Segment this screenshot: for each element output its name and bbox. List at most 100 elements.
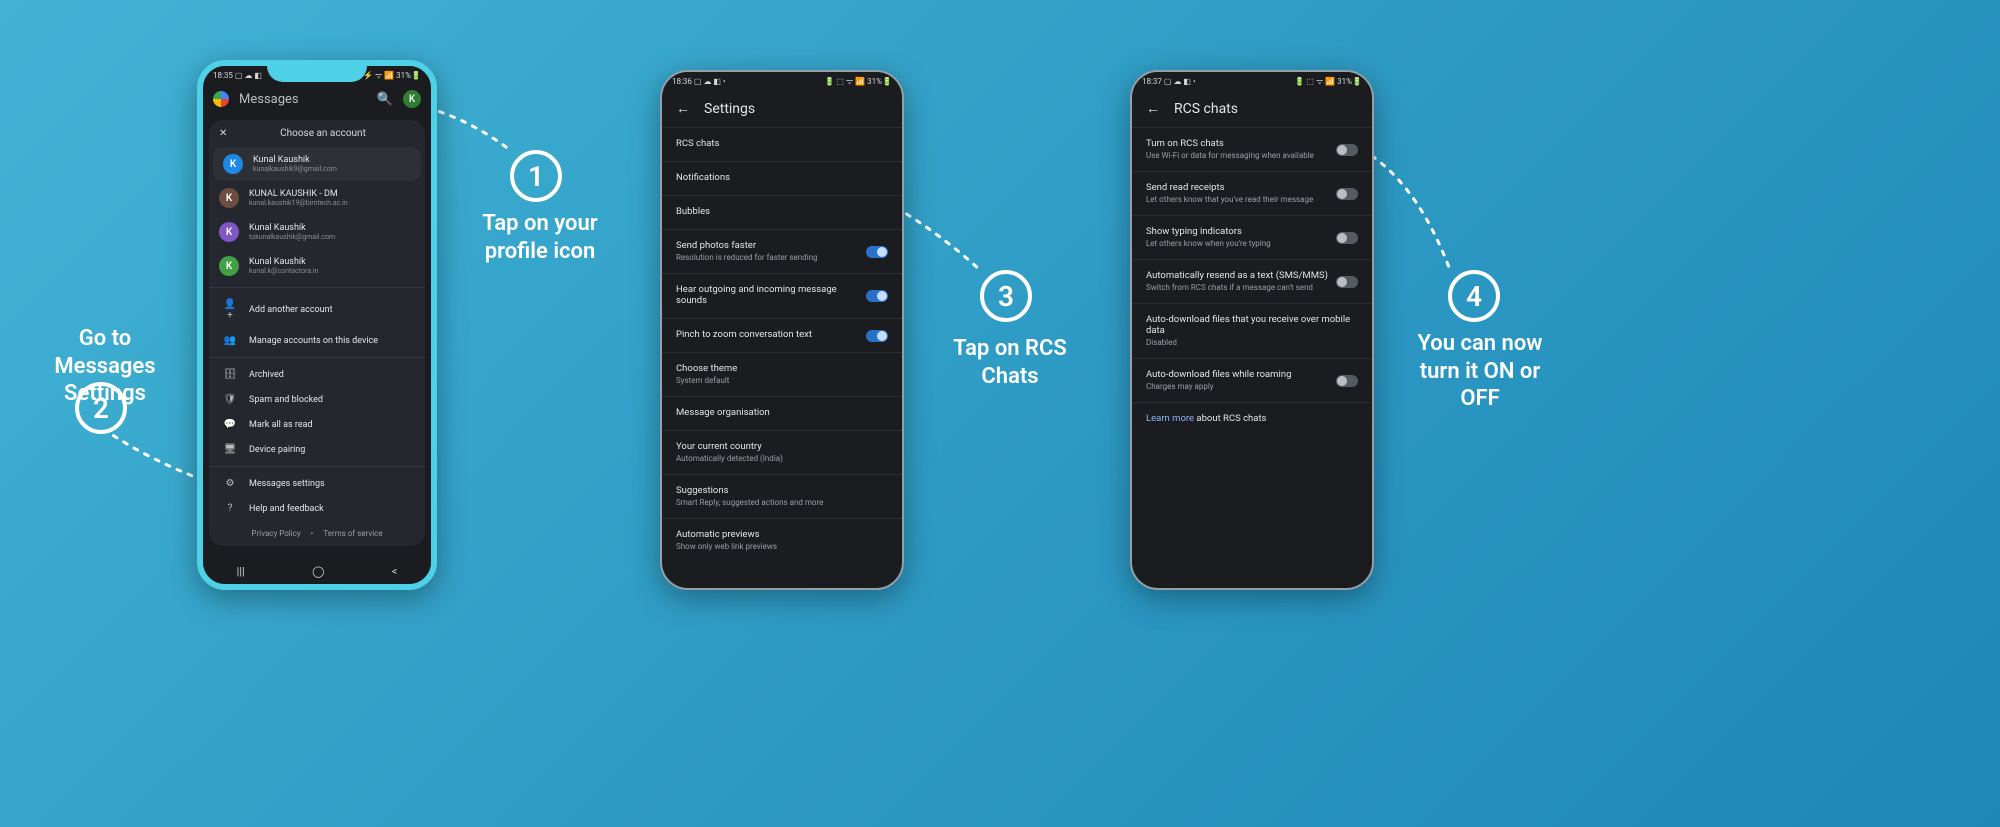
- setting-title: Pinch to zoom conversation text: [676, 329, 866, 340]
- account-name: Kunal Kaushik: [249, 257, 318, 267]
- gear-icon: ⚙: [223, 478, 237, 489]
- setting-row[interactable]: Send read receipts Let others know that …: [1132, 171, 1372, 215]
- search-icon[interactable]: 🔍: [377, 92, 393, 107]
- setting-row[interactable]: Learn more about RCS chats: [1132, 402, 1372, 436]
- setting-row[interactable]: Auto-download files while roaming Charge…: [1132, 358, 1372, 402]
- setting-row[interactable]: Send photos faster Resolution is reduced…: [662, 229, 902, 273]
- setting-row[interactable]: Auto-download files that you receive ove…: [1132, 303, 1372, 358]
- archive-icon: 🗄: [223, 369, 237, 380]
- setting-title: Suggestions: [676, 485, 888, 496]
- toggle-switch[interactable]: [1336, 276, 1358, 288]
- help-feedback-row[interactable]: ? Help and feedback: [209, 496, 425, 521]
- setting-title: Turn on RCS chats: [1146, 138, 1336, 149]
- setting-title: Send read receipts: [1146, 182, 1336, 193]
- add-account-row[interactable]: 👤+ Add another account: [209, 292, 425, 328]
- rcs-title: RCS chats: [1174, 101, 1238, 117]
- app-title: Messages: [239, 92, 299, 107]
- setting-row[interactable]: Pinch to zoom conversation text: [662, 318, 902, 352]
- step-1-circle: 1: [510, 150, 562, 202]
- back-icon[interactable]: ←: [676, 100, 690, 117]
- account-avatar: K: [223, 154, 243, 174]
- archived-row[interactable]: 🗄 Archived: [209, 362, 425, 387]
- setting-row[interactable]: Suggestions Smart Reply, suggested actio…: [662, 474, 902, 518]
- setting-title: Send photos faster: [676, 240, 866, 251]
- profile-avatar[interactable]: K: [403, 90, 421, 108]
- setting-title: Choose theme: [676, 363, 888, 374]
- setting-title: Automatically resend as a text (SMS/MMS): [1146, 270, 1336, 281]
- setting-title: Message organisation: [676, 407, 888, 418]
- settings-header: ← Settings: [662, 90, 902, 127]
- mark-all-read-row[interactable]: 💬 Mark all as read: [209, 412, 425, 437]
- spam-blocked-row[interactable]: 🛡 Spam and blocked: [209, 387, 425, 412]
- toggle-switch[interactable]: [1336, 144, 1358, 156]
- setting-title: Your current country: [676, 441, 888, 452]
- setting-row[interactable]: Choose theme System default: [662, 352, 902, 396]
- nav-recent-icon[interactable]: |||: [237, 565, 245, 578]
- setting-row[interactable]: RCS chats: [662, 127, 902, 161]
- toggle-switch[interactable]: [866, 330, 888, 342]
- shield-icon: 🛡: [223, 394, 237, 405]
- toggle-switch[interactable]: [866, 290, 888, 302]
- messages-settings-row[interactable]: ⚙ Messages settings: [209, 471, 425, 496]
- setting-subtitle: System default: [676, 376, 888, 386]
- back-icon[interactable]: ←: [1146, 100, 1160, 117]
- toggle-switch[interactable]: [1336, 232, 1358, 244]
- nav-home-icon[interactable]: ◯: [312, 565, 324, 578]
- toggle-switch[interactable]: [1336, 375, 1358, 387]
- setting-row[interactable]: Your current country Automatically detec…: [662, 430, 902, 474]
- account-avatar: K: [219, 222, 239, 242]
- account-row[interactable]: K Kunal Kaushik kunal.k@contactora.in: [209, 249, 425, 283]
- help-icon: ?: [223, 503, 237, 514]
- setting-subtitle: Automatically detected (India): [676, 454, 888, 464]
- settings-title: Settings: [704, 101, 755, 117]
- setting-row[interactable]: Hear outgoing and incoming message sound…: [662, 273, 902, 318]
- setting-title: Learn more about RCS chats: [1146, 413, 1358, 424]
- account-name: Kunal Kaushik: [253, 155, 337, 165]
- setting-title: Show typing indicators: [1146, 226, 1336, 237]
- nav-bar: ||| ◯ <: [203, 558, 431, 584]
- setting-subtitle: Show only web link previews: [676, 542, 888, 552]
- setting-title: Notifications: [676, 172, 888, 183]
- device-pairing-row[interactable]: 🖥 Device pairing: [209, 437, 425, 462]
- setting-title: Hear outgoing and incoming message sound…: [676, 284, 866, 306]
- setting-subtitle: Switch from RCS chats if a message can't…: [1146, 283, 1336, 293]
- account-email: kunal.kaushik19@bimtech.ac.in: [249, 199, 348, 207]
- setting-row[interactable]: Automatically resend as a text (SMS/MMS)…: [1132, 259, 1372, 303]
- setting-title: Bubbles: [676, 206, 888, 217]
- account-avatar: K: [219, 256, 239, 276]
- toggle-switch[interactable]: [866, 246, 888, 258]
- rcs-header: ← RCS chats: [1132, 90, 1372, 127]
- setting-subtitle: Disabled: [1146, 338, 1358, 348]
- close-icon[interactable]: ✕: [219, 128, 231, 139]
- setting-subtitle: Resolution is reduced for faster sending: [676, 253, 866, 263]
- choose-account-title: Choose an account: [231, 128, 415, 139]
- google-logo-icon: [213, 91, 229, 107]
- setting-row[interactable]: Automatic previews Show only web link pr…: [662, 518, 902, 562]
- setting-row[interactable]: Message organisation: [662, 396, 902, 430]
- terms-link[interactable]: Terms of service: [323, 529, 382, 538]
- setting-row[interactable]: Notifications: [662, 161, 902, 195]
- setting-subtitle: Let others know that you've read their m…: [1146, 195, 1336, 205]
- app-bar: Messages 🔍 K: [203, 84, 431, 114]
- account-email: tokunalkaushik@gmail.com: [249, 233, 335, 241]
- setting-row[interactable]: Show typing indicators Let others know w…: [1132, 215, 1372, 259]
- phone-settings: 18:36 ▢ ☁ ◧ • 🔋 ⬚ ᯤ 📶 31%🔋 ← Settings RC…: [660, 70, 904, 590]
- devices-icon: 🖥: [223, 444, 237, 455]
- account-row[interactable]: K KUNAL KAUSHIK - DM kunal.kaushik19@bim…: [209, 181, 425, 215]
- account-email: kunalkaushik9@gmail.com: [253, 165, 337, 173]
- account-row[interactable]: K Kunal Kaushik kunalkaushik9@gmail.com: [213, 147, 421, 181]
- setting-subtitle: Smart Reply, suggested actions and more: [676, 498, 888, 508]
- privacy-link[interactable]: Privacy Policy: [251, 529, 300, 538]
- manage-icon: 👥: [223, 335, 237, 346]
- setting-row[interactable]: Turn on RCS chats Use Wi-Fi or data for …: [1132, 127, 1372, 171]
- account-name: KUNAL KAUSHIK - DM: [249, 189, 348, 199]
- setting-row[interactable]: Bubbles: [662, 195, 902, 229]
- account-row[interactable]: K Kunal Kaushik tokunalkaushik@gmail.com: [209, 215, 425, 249]
- toggle-switch[interactable]: [1336, 188, 1358, 200]
- status-bar: 18:37 ▢ ☁ ◧ • 🔋 ⬚ ᯤ 📶 31%🔋: [1132, 72, 1372, 90]
- setting-subtitle: Use Wi-Fi or data for messaging when ava…: [1146, 151, 1336, 161]
- account-name: Kunal Kaushik: [249, 223, 335, 233]
- nav-back-icon[interactable]: <: [392, 565, 398, 578]
- manage-accounts-row[interactable]: 👥 Manage accounts on this device: [209, 328, 425, 353]
- account-sheet: ✕ Choose an account K Kunal Kaushik kuna…: [209, 120, 425, 546]
